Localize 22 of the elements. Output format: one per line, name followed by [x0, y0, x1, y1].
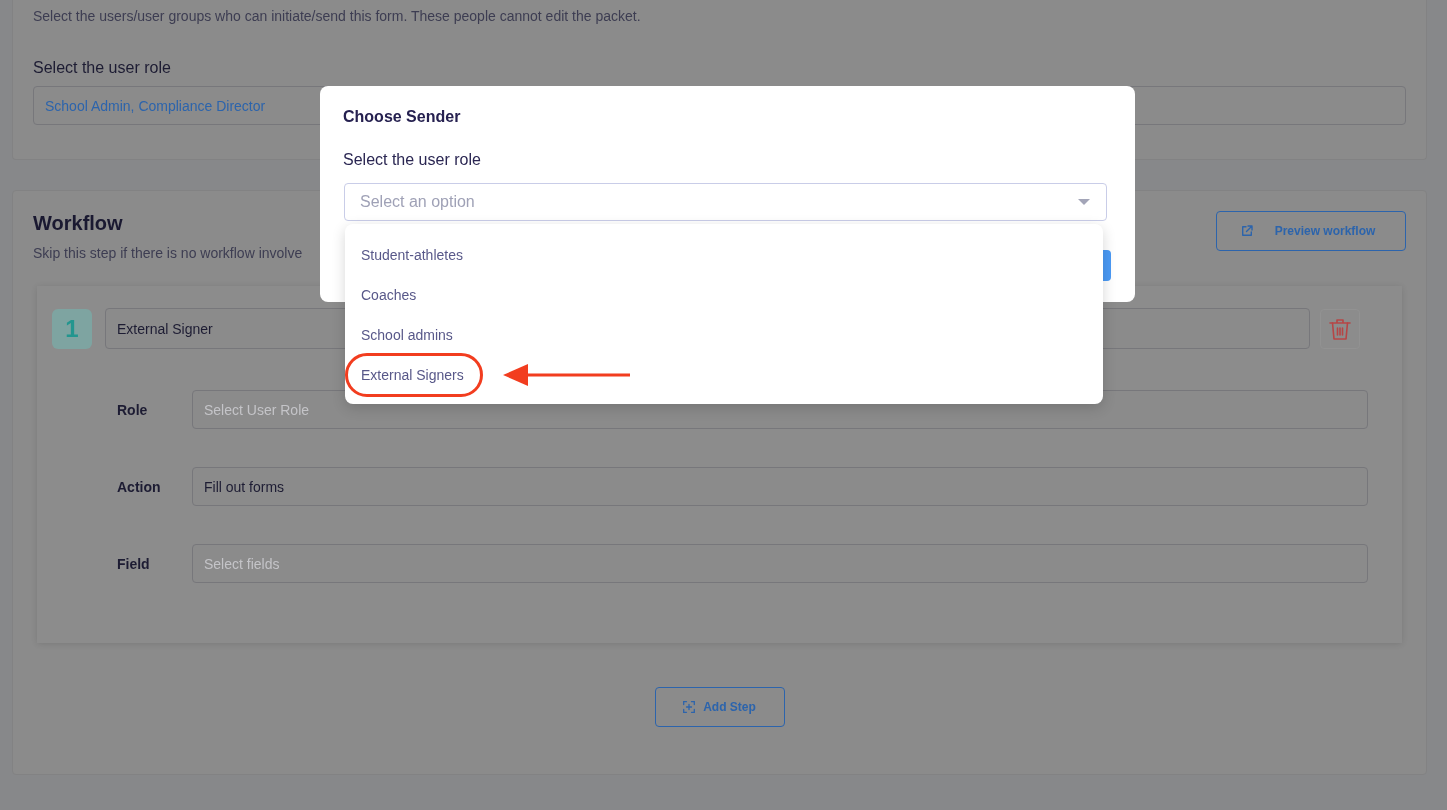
external-link-icon: [1240, 225, 1253, 237]
arrow-icon: [503, 364, 630, 386]
user-role-select[interactable]: Select an option: [344, 183, 1107, 221]
select-field[interactable]: Select fields: [192, 544, 1368, 583]
section-description: Skip this step if there is no workflow involve: [33, 244, 303, 262]
dialog-title: Choose Sender: [343, 107, 461, 127]
field-label: Field: [117, 555, 150, 572]
menu-option[interactable]: School admins: [345, 315, 1103, 355]
add-icon: [683, 701, 696, 713]
caret-icon: [1078, 199, 1090, 205]
select-field[interactable]: Fill out forms: [192, 467, 1368, 506]
field-label: Action: [117, 478, 161, 495]
step-number: 1: [52, 308, 92, 349]
field-label: Select the user role: [343, 150, 481, 170]
trash-icon: [1329, 317, 1351, 340]
delete-button[interactable]: [1320, 308, 1360, 349]
menu-option[interactable]: Student-athletes: [345, 235, 1103, 275]
field-label: Select the user role: [33, 58, 171, 78]
section-description: Select the users/user groups who can initiate/send this form. These people cannot edit the packet.: [33, 7, 641, 26]
section-title: Workflow: [33, 211, 123, 236]
menu-option[interactable]: Coaches: [345, 275, 1103, 315]
field-label: Role: [117, 401, 148, 418]
